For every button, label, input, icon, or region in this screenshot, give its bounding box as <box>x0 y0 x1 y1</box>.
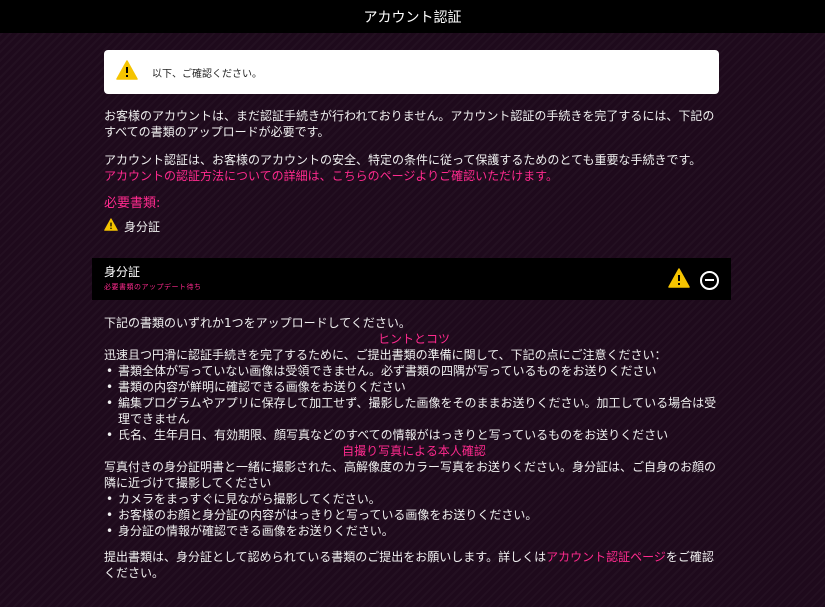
panel-icons <box>668 268 719 292</box>
tips-list: 書類全体が写っていない画像は受領できません。必ず書類の四隅が写っているものをお送… <box>104 363 724 443</box>
collapse-icon[interactable] <box>700 270 719 290</box>
list-item: 氏名、生年月日、有効期限、顔写真などのすべての情報がはっきりと写っているものをお… <box>104 427 724 443</box>
top-bar: アカウント認証 <box>0 0 825 33</box>
list-item: お客様のお顔と身分証の内容がはっきりと写っている画像をお送りください。 <box>104 507 724 523</box>
list-item: 編集プログラムやアプリに保存して加工せず、撮影した画像をそのままお送りください。… <box>104 395 724 427</box>
tips-intro: 迅速且つ円滑に認証手続きを完了するために、ご提出書類の準備に関して、下記の点にご… <box>104 348 667 362</box>
required-doc-item: 身分証 <box>104 218 719 235</box>
list-item: 身分証の情報が確認できる画像をお送りください。 <box>104 523 724 539</box>
document-details: 下記の書類のいずれか1つをアップロードしてください。 ヒントとコツ 迅速且つ円滑… <box>104 315 724 581</box>
intro-section: お客様のアカウントは、まだ認証手続きが行われておりません。アカウント認証の手続き… <box>104 108 719 235</box>
notice-text: 以下、ご確認ください。 <box>152 68 262 80</box>
panel-status: 必要書類のアップデート待ち <box>104 283 202 291</box>
warning-icon <box>116 60 138 84</box>
list-item: 書類の内容が鮮明に確認できる画像をお送りください <box>104 379 724 395</box>
warning-icon <box>104 218 118 235</box>
details-footer: 提出書類は、身分証として認められている書類のご提出をお願いします。詳しくはアカウ… <box>104 549 724 581</box>
verification-page-link[interactable]: アカウント認証ページ <box>546 550 666 564</box>
notice-banner: 以下、ご確認ください。 <box>104 50 719 94</box>
list-item: 書類全体が写っていない画像は受領できません。必ず書類の四隅が写っているものをお送… <box>104 363 724 379</box>
required-docs-title: 必要書類: <box>104 196 161 211</box>
footer-text-before: 提出書類は、身分証として認められている書類のご提出をお願いします。詳しくは <box>104 550 547 564</box>
intro-paragraph-2-text: アカウント認証は、お客様のアカウントの安全、特定の条件に従って保護するためのとて… <box>104 153 702 167</box>
intro-paragraph-2: アカウント認証は、お客様のアカウントの安全、特定の条件に従って保護するためのとて… <box>104 152 719 184</box>
list-item: カメラをまっすぐに見ながら撮影してください。 <box>104 491 724 507</box>
required-doc-label: 身分証 <box>124 219 161 234</box>
tips-title: ヒントとコツ <box>377 332 450 346</box>
intro-paragraph-1: お客様のアカウントは、まだ認証手続きが行われておりません。アカウント認証の手続き… <box>104 109 715 139</box>
warning-icon <box>668 268 690 292</box>
page-title: アカウント認証 <box>363 9 462 26</box>
id-document-panel-header[interactable]: 身分証 必要書類のアップデート待ち <box>92 258 731 300</box>
selfie-list: カメラをまっすぐに見ながら撮影してください。 お客様のお顔と身分証の内容がはっき… <box>104 491 724 539</box>
selfie-intro: 写真付きの身分証明書と一緒に撮影された、高解像度のカラー写真をお送りください。身… <box>104 460 717 490</box>
panel-title: 身分証 <box>104 265 141 279</box>
selfie-title: 自撮り写真による本人確認 <box>342 444 486 458</box>
details-lead: 下記の書類のいずれか1つをアップロードしてください。 <box>104 316 411 330</box>
verification-info-link[interactable]: アカウントの認証方法についての詳細は、こちらのページよりご確認いただけます。 <box>104 169 558 183</box>
